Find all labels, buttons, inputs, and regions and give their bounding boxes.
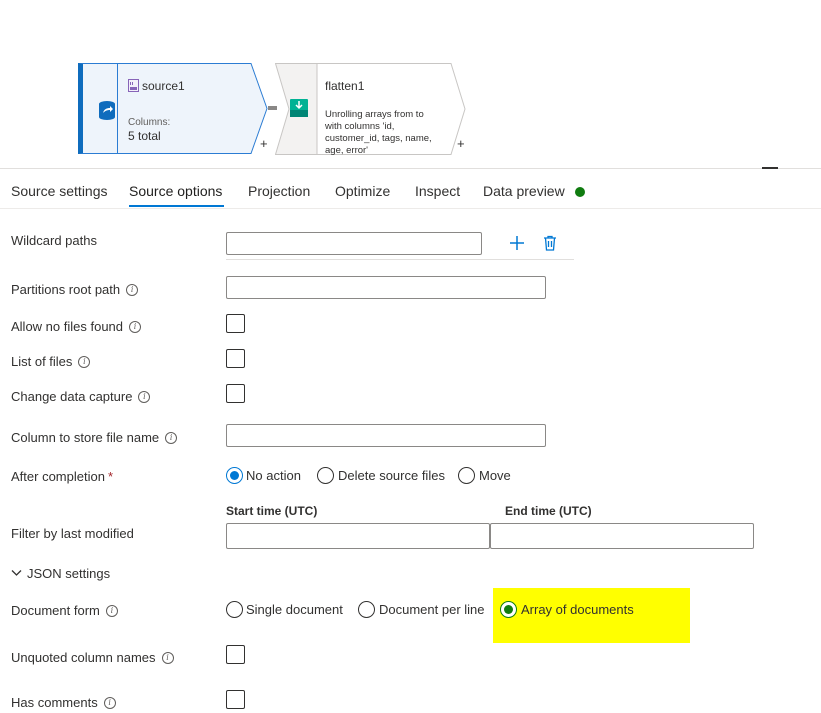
column-to-store-file-name-label: Column to store file name i (11, 430, 178, 445)
source1-node[interactable]: source1 Columns: 5 total (78, 63, 268, 154)
tab-data-preview[interactable]: Data preview (483, 183, 565, 199)
source-node-title: source1 (142, 79, 185, 93)
source-columns-count: 5 total (128, 129, 161, 143)
partitions-root-path-label: Partitions root path i (11, 282, 139, 297)
radio-single-document[interactable] (226, 601, 243, 618)
flatten-desc-line-2: with columns 'id, (325, 121, 395, 132)
partitions-root-path-input[interactable] (226, 276, 546, 299)
flatten1-node[interactable]: flatten1 Unrolling arrays from to with c… (275, 63, 467, 155)
allow-no-files-found-checkbox[interactable] (226, 314, 245, 333)
flatten-desc-line-4: age, error' (325, 145, 369, 155)
minimize-icon[interactable] (762, 167, 778, 169)
unquoted-column-names-label: Unquoted column names i (11, 650, 174, 665)
info-icon[interactable]: i (165, 432, 178, 444)
add-icon[interactable] (509, 235, 525, 251)
add-after-flatten-button[interactable]: + (457, 136, 465, 151)
radio-no-action-label[interactable]: No action (246, 468, 301, 483)
info-icon[interactable]: i (103, 697, 116, 709)
filter-by-last-modified-label: Filter by last modified (11, 526, 134, 541)
radio-document-per-line-label[interactable]: Document per line (379, 602, 485, 617)
add-after-source-button[interactable]: + (260, 136, 268, 151)
required-marker: * (107, 469, 113, 484)
radio-array-of-documents-label[interactable]: Array of documents (521, 602, 634, 617)
info-icon[interactable]: i (78, 356, 91, 368)
change-data-capture-checkbox[interactable] (226, 384, 245, 403)
source-type-icon (128, 79, 139, 92)
radio-delete-source-files-label[interactable]: Delete source files (338, 468, 445, 483)
end-time-input[interactable] (490, 523, 754, 549)
radio-move-label[interactable]: Move (479, 468, 511, 483)
tab-source-options[interactable]: Source options (129, 183, 222, 199)
panel-divider (0, 168, 821, 169)
tabs-underline (0, 208, 821, 209)
status-dot-icon (575, 187, 585, 197)
change-data-capture-label: Change data capture i (11, 389, 151, 404)
info-icon[interactable]: i (105, 605, 118, 617)
dataset-icon (99, 101, 115, 120)
start-time-label: Start time (UTC) (226, 504, 318, 518)
radio-move[interactable] (458, 467, 475, 484)
radio-no-action[interactable] (226, 467, 243, 484)
json-settings-toggle[interactable]: JSON settings (11, 566, 110, 581)
start-time-input[interactable] (226, 523, 490, 549)
radio-array-of-documents[interactable] (500, 601, 517, 618)
radio-single-document-label[interactable]: Single document (246, 602, 343, 617)
radio-document-per-line[interactable] (358, 601, 375, 618)
radio-delete-source-files[interactable] (317, 467, 334, 484)
tab-inspect[interactable]: Inspect (415, 183, 460, 199)
flatten-node-title: flatten1 (325, 79, 365, 93)
info-icon[interactable]: i (126, 284, 139, 296)
flatten-desc-line-1: Unrolling arrays from to (325, 109, 424, 120)
source-columns-label: Columns: (128, 117, 171, 128)
flatten-desc-line-3: customer_id, tags, name, (325, 133, 432, 144)
info-icon[interactable]: i (129, 321, 142, 333)
list-of-files-label: List of files i (11, 354, 91, 369)
has-comments-label: Has comments i (11, 695, 116, 710)
unquoted-column-names-checkbox[interactable] (226, 645, 245, 664)
document-form-label: Document form i (11, 603, 118, 618)
delete-icon[interactable] (543, 235, 557, 251)
wildcard-paths-label: Wildcard paths (11, 233, 97, 248)
chevron-down-icon (11, 570, 22, 576)
info-icon[interactable]: i (138, 391, 151, 403)
active-tab-indicator (129, 205, 224, 207)
info-icon[interactable]: i (161, 652, 174, 664)
list-of-files-checkbox[interactable] (226, 349, 245, 368)
column-to-store-file-name-input[interactable] (226, 424, 546, 447)
flatten-icon (290, 99, 308, 117)
source-node-strip (78, 63, 118, 154)
tab-optimize[interactable]: Optimize (335, 183, 390, 199)
end-time-label: End time (UTC) (505, 504, 592, 518)
wildcard-separator (226, 259, 574, 260)
json-settings-label: JSON settings (27, 566, 111, 581)
wildcard-paths-input[interactable] (226, 232, 482, 255)
allow-no-files-found-label: Allow no files found i (11, 319, 142, 334)
tab-source-settings[interactable]: Source settings (11, 183, 108, 199)
tab-projection[interactable]: Projection (248, 183, 310, 199)
has-comments-checkbox[interactable] (226, 690, 245, 709)
after-completion-label: After completion * (11, 469, 113, 484)
